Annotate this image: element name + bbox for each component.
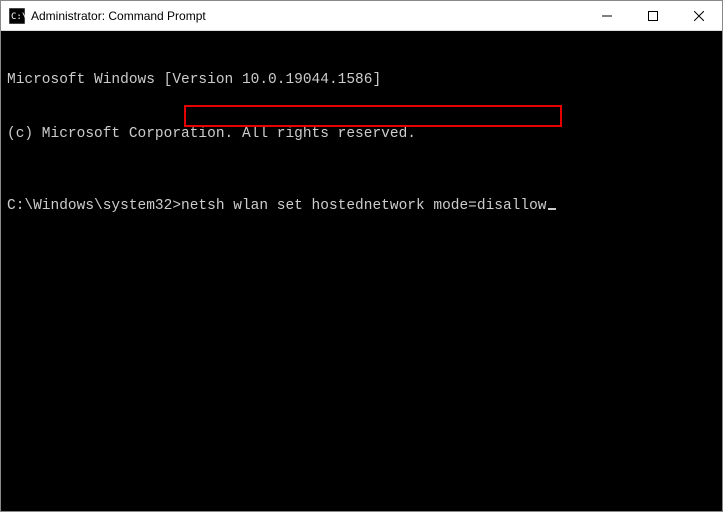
window-title: Administrator: Command Prompt (31, 9, 206, 23)
prompt-line: C:\Windows\system32>netsh wlan set hoste… (7, 197, 716, 215)
prompt-path: C:\Windows\system32> (7, 198, 181, 214)
terminal-area[interactable]: Microsoft Windows [Version 10.0.19044.15… (1, 31, 722, 511)
typed-command: netsh wlan set hostednetwork mode=disall… (181, 198, 546, 214)
version-line: Microsoft Windows [Version 10.0.19044.15… (7, 71, 716, 89)
svg-text:C:\: C:\ (11, 12, 25, 22)
minimize-button[interactable] (584, 1, 630, 31)
copyright-line: (c) Microsoft Corporation. All rights re… (7, 125, 716, 143)
titlebar[interactable]: C:\ Administrator: Command Prompt (1, 1, 722, 31)
cursor (548, 208, 556, 210)
close-button[interactable] (676, 1, 722, 31)
highlight-annotation (184, 105, 562, 127)
cmd-icon: C:\ (9, 8, 25, 24)
maximize-button[interactable] (630, 1, 676, 31)
